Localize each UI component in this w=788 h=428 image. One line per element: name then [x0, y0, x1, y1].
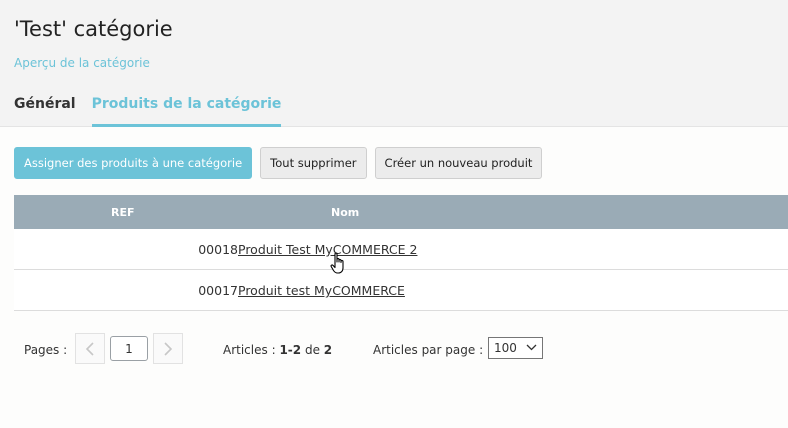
- articles-count: Articles : 1-2 de 2: [223, 343, 332, 357]
- page-title: 'Test' catégorie: [14, 17, 173, 41]
- per-page-label: Articles par page :: [373, 343, 484, 357]
- tab-bar: Général Produits de la catégorie: [14, 95, 297, 127]
- articles-range: 1-2: [279, 343, 302, 357]
- per-page-value: 100: [494, 341, 517, 355]
- product-ref: 00017: [198, 283, 238, 298]
- page-number-input[interactable]: [110, 336, 148, 361]
- tab-general[interactable]: Général: [14, 95, 76, 127]
- category-preview-link[interactable]: Aperçu de la catégorie: [14, 56, 150, 70]
- create-product-button[interactable]: Créer un nouveau produit: [374, 147, 543, 179]
- products-table: REF Nom 00018 Produit Test MyCOMMERCE 2 …: [14, 195, 788, 311]
- chevron-left-icon: [85, 342, 94, 356]
- articles-total: 2: [323, 343, 333, 357]
- previous-page-button[interactable]: [75, 333, 105, 364]
- table-row: 00018 Produit Test MyCOMMERCE 2: [14, 229, 788, 270]
- articles-of: de: [304, 343, 320, 357]
- pagination: Pages : Articles : 1-2 de 2 Articles par…: [24, 333, 788, 365]
- column-header-ref[interactable]: REF: [111, 206, 135, 219]
- chevron-right-icon: [164, 342, 173, 356]
- table-header: REF Nom: [14, 195, 788, 229]
- assign-products-button[interactable]: Assigner des produits à une catégorie: [14, 147, 253, 179]
- toolbar: Assigner des produits à une catégorie To…: [14, 147, 550, 179]
- pages-label: Pages :: [24, 343, 68, 357]
- product-name-link[interactable]: Produit Test MyCOMMERCE 2: [238, 242, 417, 257]
- table-row: 00017 Produit test MyCOMMERCE: [14, 270, 788, 311]
- per-page-select[interactable]: 100: [488, 337, 543, 359]
- product-ref: 00018: [198, 242, 238, 257]
- delete-all-button[interactable]: Tout supprimer: [260, 147, 367, 179]
- tab-category-products[interactable]: Produits de la catégorie: [91, 95, 282, 127]
- articles-label: Articles :: [223, 343, 276, 357]
- page-header: 'Test' catégorie Aperçu de la catégorie …: [0, 0, 788, 127]
- hand-pointer-icon: [330, 252, 344, 274]
- product-name-link[interactable]: Produit test MyCOMMERCE: [238, 283, 405, 298]
- next-page-button[interactable]: [153, 333, 183, 364]
- chevron-down-icon: [526, 344, 537, 351]
- column-header-nom[interactable]: Nom: [331, 206, 359, 219]
